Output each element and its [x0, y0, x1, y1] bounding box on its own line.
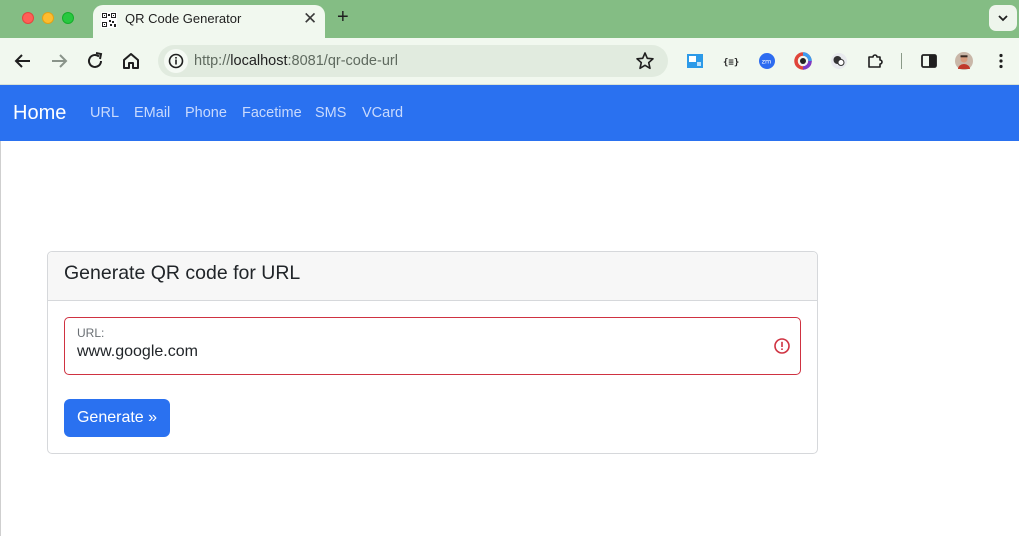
url-field[interactable]: URL:	[64, 317, 801, 375]
extension-screenshot-icon[interactable]	[686, 52, 704, 70]
side-panel-icon[interactable]	[920, 52, 938, 70]
tab-search-button[interactable]	[989, 5, 1017, 31]
maximize-window-button[interactable]	[62, 12, 74, 24]
qr-favicon-icon	[101, 12, 117, 28]
error-alert-icon	[774, 338, 790, 354]
page-edge	[0, 141, 1, 536]
extension-zoom-icon[interactable]: zm	[758, 52, 776, 70]
forward-arrow-icon[interactable]	[47, 49, 71, 73]
browser-toolbar: http://localhost:8081/qr-code-url {≡} zm	[0, 38, 1019, 85]
tab-strip: QR Code Generator ✕ +	[0, 0, 1019, 38]
nav-link-vcard[interactable]: VCard	[362, 105, 403, 121]
nav-link-email[interactable]: EMail	[134, 105, 170, 121]
address-bar[interactable]: http://localhost:8081/qr-code-url	[158, 45, 668, 77]
url-field-label: URL:	[77, 326, 105, 340]
card-title: Generate QR code for URL	[64, 262, 301, 284]
new-tab-icon[interactable]: +	[337, 6, 349, 29]
minimize-window-button[interactable]	[42, 12, 54, 24]
nav-link-url[interactable]: URL	[90, 105, 119, 121]
nav-link-phone[interactable]: Phone	[185, 105, 227, 121]
browser-tab[interactable]: QR Code Generator ✕	[93, 5, 325, 38]
bookmark-star-icon[interactable]	[635, 51, 655, 71]
reload-icon[interactable]	[83, 49, 107, 73]
extension-json-icon[interactable]: {≡}	[722, 52, 740, 70]
nav-link-sms[interactable]: SMS	[315, 105, 346, 121]
nav-brand-home[interactable]: Home	[13, 102, 66, 125]
nav-link-facetime[interactable]: Facetime	[242, 105, 302, 121]
extension-color-picker-icon[interactable]	[794, 52, 812, 70]
svg-text:{≡}: {≡}	[723, 58, 739, 68]
back-arrow-icon[interactable]	[11, 49, 35, 73]
extension-record-icon[interactable]	[830, 52, 848, 70]
qr-url-card: Generate QR code for URL URL: Generate »	[47, 251, 818, 454]
chevron-down-icon	[998, 15, 1008, 22]
profile-avatar-icon[interactable]	[955, 52, 973, 70]
tab-title: QR Code Generator	[125, 11, 242, 26]
svg-text:zm: zm	[762, 58, 772, 66]
close-window-button[interactable]	[22, 12, 34, 24]
toolbar-separator	[901, 53, 902, 69]
card-header: Generate QR code for URL	[48, 252, 817, 301]
close-tab-icon[interactable]: ✕	[303, 9, 317, 29]
url-input[interactable]	[77, 343, 757, 361]
site-info-button[interactable]	[164, 49, 188, 73]
extensions-puzzle-icon[interactable]	[866, 52, 884, 70]
generate-button[interactable]: Generate »	[64, 399, 170, 437]
browser-menu-icon[interactable]	[992, 52, 1010, 70]
info-icon	[168, 53, 184, 69]
url-text: http://localhost:8081/qr-code-url	[194, 53, 398, 69]
site-navbar: Home URL EMail Phone Facetime SMS VCard	[0, 85, 1019, 141]
home-icon[interactable]	[119, 49, 143, 73]
